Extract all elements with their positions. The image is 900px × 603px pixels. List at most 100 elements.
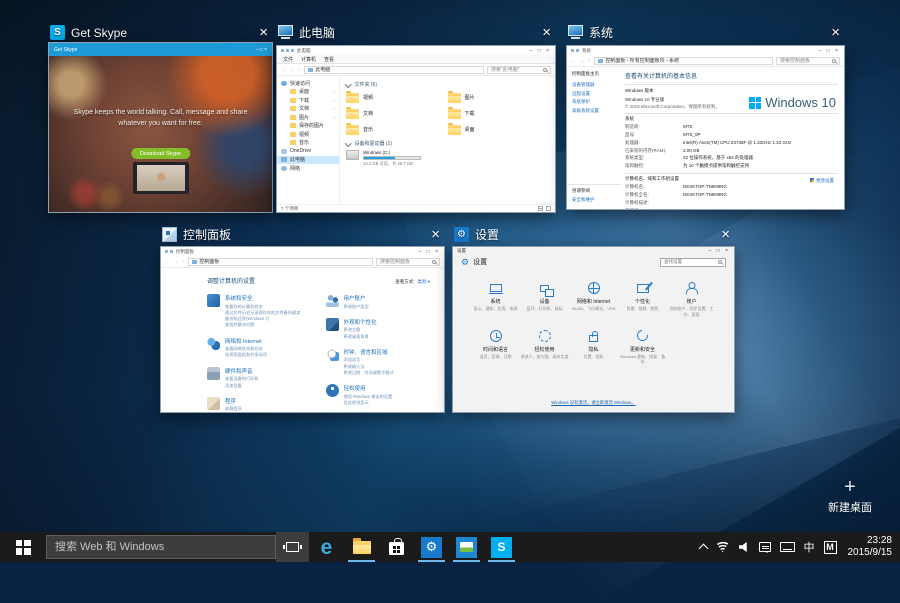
taskbar-clock[interactable]: 23:28 2015/9/15 <box>848 535 893 560</box>
new-desktop-button[interactable]: + 新建桌面 <box>814 477 886 515</box>
settings-category-icon <box>490 330 502 342</box>
settings-grid: 系统 显示、通知、应用、电源 设备 蓝牙、打印机、鼠标 网络和 Internet… <box>453 267 734 365</box>
window-settings[interactable]: 设置 – □ × ⚙ 设置 查找设置 系统 显示、通知、应用、电源 设备 蓝牙、… <box>452 246 735 413</box>
see-also-box: 另请参阅 安全和维护 <box>567 184 621 209</box>
action-center-icon[interactable] <box>759 542 771 552</box>
window-controls: – □ × <box>819 48 841 54</box>
address-box: 控制面板 › 所有控制面板项 › 系统 <box>594 57 773 65</box>
close-icon[interactable]: × <box>256 25 271 40</box>
settings-category-icon-wrap <box>686 280 698 296</box>
close-icon[interactable]: × <box>428 227 443 242</box>
wifi-icon[interactable] <box>716 542 730 553</box>
settings-category-icon <box>589 335 598 342</box>
quick-access-toolbar <box>281 49 294 52</box>
start-button[interactable] <box>0 532 46 562</box>
close-icon[interactable]: × <box>718 227 733 242</box>
skype-icon: S <box>50 25 65 40</box>
close-icon[interactable]: × <box>828 25 843 40</box>
nav-item-icon <box>290 106 296 111</box>
clock-date: 2015/9/15 <box>848 547 893 560</box>
window-controls: – □ × <box>256 47 268 53</box>
see-also-label: 另请参阅 <box>572 188 621 194</box>
ime-mode-indicator[interactable]: 中 <box>804 539 815 555</box>
search-icon <box>543 68 547 72</box>
window-system[interactable]: 系统 – □ × ← → ↑ 控制面板 › 所有控制面板项 › 系统 搜索控制面… <box>566 45 845 210</box>
taskbar-edge-button[interactable]: e <box>309 532 344 562</box>
new-desktop-label: 新建桌面 <box>814 499 886 515</box>
info-value: DESKTOP-TN8N9NG <box>683 192 838 199</box>
thumbnail-get-skype: S Get Skype × Get Skype – □ × Skype keep… <box>48 23 273 213</box>
taskbar-photos-button[interactable] <box>449 532 484 562</box>
category-sublink: 更改账户类型 <box>344 304 369 310</box>
category: 硬件和声音 查看设备和打印机添加设备 <box>207 367 326 389</box>
folder-item: 文档 <box>346 107 448 120</box>
window-control-panel[interactable]: 控制面板 – □ × ← → ↑ 控制面板 搜索控制面板 调整计算机的设置 查看… <box>160 246 445 413</box>
settings-category-desc: WLAN、飞行模式、VPN <box>572 306 616 312</box>
window-get-skype[interactable]: Get Skype – □ × Skype keeps the world ta… <box>48 42 273 213</box>
system-titlebar-text: 系统 <box>582 48 591 54</box>
see-also-link: 安全和维护 <box>572 196 621 205</box>
category: 外观和个性化 更改主题更改桌面背景 <box>326 318 445 340</box>
category-title: 轻松使用 <box>344 384 393 392</box>
change-settings-link: 更改设置 <box>810 178 834 184</box>
folder-name: 桌面 <box>465 126 475 133</box>
nav-item-label: 桌面 <box>299 88 309 95</box>
control-panel-titlebar: 控制面板 – □ × <box>161 247 444 256</box>
tray-chevron-icon[interactable] <box>698 544 708 554</box>
settings-category-icon-wrap <box>637 280 649 296</box>
category: 时钟、语言和区域 添加语言更改输入法更改日期、时间或数字格式 <box>326 348 445 376</box>
settings-category: 个性化 背景、锁屏、颜色 <box>619 280 667 318</box>
thumbnail-header: ⚙ 设置 × <box>452 225 735 244</box>
taskbar-search[interactable] <box>46 535 276 559</box>
window-this-pc[interactable]: 此电脑 – □ × 文件计算机查看 ← → ↑ 此电脑 搜索"此电脑" 快速访问 <box>276 45 556 213</box>
computer-icon <box>568 25 583 40</box>
control-panel-home-link: 控制面板主页 <box>572 71 618 77</box>
taskbar-skype-button[interactable]: S <box>484 532 519 562</box>
taskbar-file-explorer-button[interactable] <box>344 532 379 562</box>
info-key: 处理器: <box>625 140 683 147</box>
plus-icon: + <box>814 477 886 497</box>
close-icon[interactable]: × <box>539 25 554 40</box>
taskbar-settings-button[interactable]: ⚙ <box>414 532 449 562</box>
thumbnail-title: 设置 <box>475 226 499 243</box>
settings-category-name: 系统 <box>490 298 500 305</box>
info-key: 型号: <box>625 132 683 139</box>
control-panel-icon <box>598 59 603 63</box>
nav-item: 图片 ✓ <box>277 113 339 122</box>
nav-item: 此电脑 <box>277 156 339 165</box>
volume-icon[interactable] <box>739 542 750 552</box>
info-value: MTS_0P <box>683 132 838 139</box>
task-view-button[interactable] <box>276 532 309 562</box>
nav-item: 下载 ✓ <box>277 96 339 105</box>
folder-name: 下载 <box>465 110 475 117</box>
settings-gear-icon: ⚙ <box>454 227 469 242</box>
settings-category: 设备 蓝牙、打印机、鼠标 <box>521 280 569 318</box>
category-sublink: 添加设备 <box>225 383 259 389</box>
settings-category-desc: 讲述人、放大镜、高对比度 <box>521 354 569 360</box>
uac-shield-icon <box>810 178 814 183</box>
thumbnail-header: S Get Skype × <box>48 23 273 42</box>
nav-item: 桌面 ✓ <box>277 88 339 97</box>
settings-category-icon-wrap <box>540 280 549 296</box>
details-view-icon <box>538 206 543 211</box>
explorer-status-bar: 7 个项目 <box>277 204 555 212</box>
windows-logo-icon <box>16 540 31 555</box>
nav-arrows-icon: ← → ↑ <box>165 259 185 265</box>
category-icon <box>326 384 339 397</box>
skype-headline: Skype keeps the world talking. Call, mes… <box>49 108 272 129</box>
settings-category-desc: 显示、通知、应用、电源 <box>474 306 518 312</box>
info-key: 计算机全名: <box>625 192 683 199</box>
ribbon-tab: 文件 <box>283 56 293 63</box>
nav-item-label: 图片 <box>299 114 309 121</box>
drive-usage-text: 13.2 GB 可用，共 29.7 GB <box>363 161 421 167</box>
touch-keyboard-icon[interactable] <box>780 542 795 552</box>
taskbar-store-button[interactable] <box>379 532 414 562</box>
ime-badge[interactable]: M <box>824 541 837 554</box>
photo-thumbnail <box>460 542 473 552</box>
sidebar-link: 系统保护 <box>572 98 618 107</box>
nav-item-icon <box>281 81 287 86</box>
search-input[interactable] <box>55 541 267 553</box>
sidebar-link: 高级系统设置 <box>572 107 618 116</box>
settings-title: 设置 <box>473 257 487 267</box>
skype-icon: S <box>491 537 512 558</box>
